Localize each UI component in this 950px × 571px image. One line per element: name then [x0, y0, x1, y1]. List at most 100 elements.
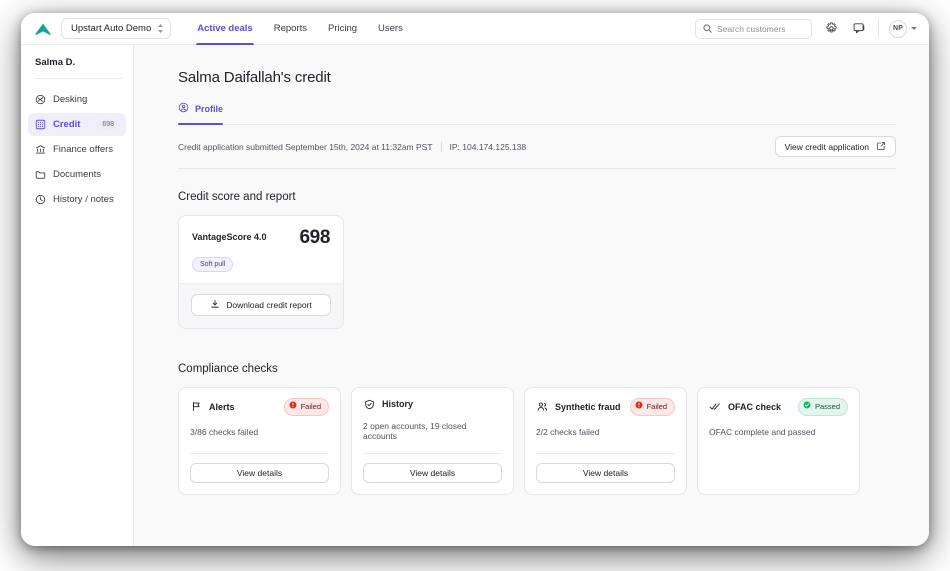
sidebar-item-desking[interactable]: Desking: [28, 88, 126, 111]
sidebar-item-label: Credit: [53, 119, 81, 130]
org-selector[interactable]: Upstart Auto Demo: [61, 18, 172, 39]
sidebar-item-history-notes[interactable]: History / notes: [28, 188, 126, 211]
clock-icon: [35, 194, 46, 205]
sidebar-item-credit[interactable]: Credit 698: [28, 113, 126, 136]
nav-item-label: Users: [378, 23, 403, 34]
chevron-updown-icon: [157, 23, 164, 34]
view-details-label: View details: [409, 468, 456, 478]
users-icon: [536, 401, 548, 413]
pull-type-badge: Soft pull: [192, 257, 234, 272]
nav-item-users[interactable]: Users: [378, 13, 403, 45]
screenshot-stage: Upstart Auto Demo Active deals Reports P…: [0, 0, 950, 571]
avatar-initials: NP: [892, 25, 904, 32]
flag-icon: [190, 401, 202, 413]
chevron-down-icon: [911, 27, 917, 30]
folder-icon: [35, 169, 46, 180]
chat-icon[interactable]: [850, 20, 868, 38]
app-body: Salma D. Desking Credit 698 Finance offe…: [21, 45, 929, 546]
status-badge: Passed: [797, 398, 848, 416]
sidebar: Salma D. Desking Credit 698 Finance offe…: [21, 45, 134, 546]
status-badge-label: Passed: [814, 401, 840, 411]
search-input[interactable]: [717, 23, 804, 34]
external-link-icon: [876, 141, 886, 153]
credit-score-section: Credit score and report VantageScore 4.0…: [178, 191, 896, 329]
view-details-button[interactable]: View details: [190, 463, 329, 483]
sidebar-item-label: Desking: [53, 94, 88, 105]
score-model-name: VantageScore 4.0: [192, 232, 267, 242]
primary-nav: Active deals Reports Pricing Users: [196, 13, 403, 45]
card-title: History: [382, 399, 414, 409]
error-circle-icon: [289, 401, 297, 413]
download-credit-report-button[interactable]: Download credit report: [191, 294, 331, 316]
page-title: Salma Daifallah's credit: [178, 69, 331, 86]
card-description: 3/86 checks failed: [190, 426, 259, 437]
card-description: 2/2 checks failed: [536, 426, 600, 437]
sidebar-item-label: History / notes: [53, 194, 114, 205]
view-details-label: View details: [582, 468, 629, 478]
toolbar-divider: [878, 20, 879, 37]
application-submitted-text: Credit application submitted September 1…: [178, 141, 433, 152]
top-bar: Upstart Auto Demo Active deals Reports P…: [21, 13, 929, 45]
sidebar-item-label: Documents: [53, 169, 102, 180]
top-bar-actions: NP: [695, 18, 917, 39]
view-details-button[interactable]: View details: [363, 463, 502, 483]
view-credit-application-button[interactable]: View credit application: [774, 136, 896, 157]
card-title: Alerts: [209, 401, 235, 412]
view-credit-application-label: View credit application: [784, 141, 869, 152]
double-check-icon: [709, 401, 721, 413]
status-badge: Failed: [283, 398, 329, 416]
view-details-button[interactable]: View details: [536, 463, 675, 483]
tab-profile[interactable]: Profile: [178, 100, 224, 125]
error-circle-icon: [635, 401, 643, 413]
credit-score-row: VantageScore 4.0 698: [192, 228, 330, 247]
download-icon: [210, 299, 220, 311]
credit-score-card: VantageScore 4.0 698 Soft pull Download …: [178, 215, 344, 329]
card-description: 2 open accounts, 19 closed accounts: [363, 421, 467, 441]
card-divider: [363, 453, 502, 454]
org-selector-label: Upstart Auto Demo: [71, 23, 152, 34]
card-header: History: [363, 398, 502, 410]
search-box[interactable]: [695, 18, 812, 39]
tab-label: Profile: [195, 104, 224, 114]
card-divider: [190, 453, 329, 454]
compliance-card-ofac-check: OFAC check Passed OFAC complete and pass…: [697, 387, 860, 495]
card-header: Synthetic fraud Failed: [536, 398, 675, 416]
application-ip-text: IP: 104.174.125.138: [449, 141, 527, 152]
upstart-chevron-logo-icon[interactable]: [31, 17, 55, 41]
nav-item-label: Active deals: [197, 23, 253, 34]
card-spacer: [709, 437, 848, 484]
nav-item-pricing[interactable]: Pricing: [328, 13, 357, 45]
shield-check-icon: [363, 398, 375, 410]
compliance-section-title: Compliance checks: [178, 363, 278, 375]
nav-item-label: Reports: [273, 23, 307, 34]
card-header: Alerts Failed: [190, 398, 329, 416]
credit-icon: [35, 119, 46, 130]
sidebar-customer-name: Salma D.: [35, 57, 76, 68]
person-circle-icon: [178, 100, 189, 118]
gear-icon[interactable]: [822, 20, 840, 38]
credit-score-card-footer: Download credit report: [179, 283, 343, 328]
sidebar-credit-badge: 698: [97, 119, 119, 130]
main-content: Salma Daifallah's credit Profile Credit …: [134, 45, 929, 546]
avatar: NP: [889, 19, 907, 38]
nav-item-reports[interactable]: Reports: [274, 13, 307, 45]
compliance-cards-grid: Alerts Failed 3/86 checks failed View de…: [178, 387, 896, 495]
nav-item-active-deals[interactable]: Active deals: [196, 13, 255, 45]
sidebar-divider: [35, 78, 123, 79]
search-icon: [703, 20, 712, 38]
sidebar-item-documents[interactable]: Documents: [28, 163, 126, 186]
bank-icon: [35, 144, 46, 155]
application-info-row: Credit application submitted September 1…: [178, 125, 896, 169]
download-credit-report-label: Download credit report: [226, 300, 312, 310]
app-window: Upstart Auto Demo Active deals Reports P…: [21, 13, 929, 546]
sidebar-item-finance-offers[interactable]: Finance offers: [28, 138, 126, 161]
compliance-card-history: History 2 open accounts, 19 closed accou…: [351, 387, 514, 495]
sidebar-nav: Desking Credit 698 Finance offers Docume…: [21, 88, 133, 211]
card-description: OFAC complete and passed: [709, 426, 816, 437]
compliance-checks-section: Compliance checks Alerts Failed 3/86 che…: [178, 363, 896, 495]
account-menu[interactable]: NP: [889, 19, 917, 38]
card-title: Synthetic fraud: [555, 401, 621, 412]
compliance-card-synthetic-fraud: Synthetic fraud Failed 2/2 checks failed…: [524, 387, 687, 495]
view-details-label: View details: [236, 468, 283, 478]
credit-score-section-title: Credit score and report: [178, 191, 296, 203]
